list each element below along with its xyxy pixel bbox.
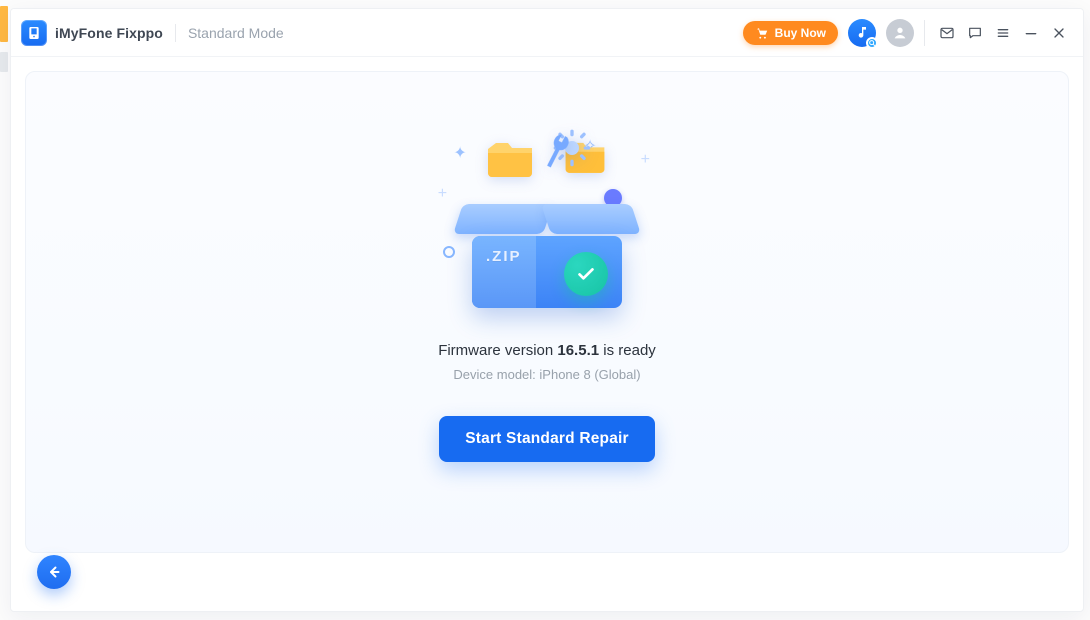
search-icon [868, 39, 876, 47]
plus-icon: + [641, 151, 650, 169]
close-icon [1051, 24, 1067, 42]
user-icon [892, 25, 908, 41]
mail-button[interactable] [933, 19, 961, 47]
cart-icon [755, 26, 769, 40]
music-transfer-button[interactable] [848, 19, 876, 47]
checkmark-badge [564, 252, 608, 296]
sparkle-icon: ✦ [453, 143, 466, 163]
menu-button[interactable] [989, 19, 1017, 47]
minimize-button[interactable] [1017, 19, 1045, 47]
content-card: ✦ ✦ ✧ + + .ZIP [25, 71, 1069, 553]
menu-icon [995, 24, 1011, 42]
account-button[interactable] [886, 19, 914, 47]
scrollbar-hint [1062, 72, 1068, 552]
buy-now-label: Buy Now [775, 26, 826, 40]
plus-icon: + [438, 185, 447, 203]
firmware-status-line: Firmware version 16.5.1 is ready [438, 342, 656, 359]
ring-icon [443, 246, 455, 258]
device-model-label: Device model: [453, 367, 539, 382]
firmware-version: 16.5.1 [557, 342, 599, 359]
arrow-left-icon [45, 563, 63, 581]
firmware-line-prefix: Firmware version [438, 342, 557, 359]
background-stripe [0, 52, 8, 72]
device-model-line: Device model: iPhone 8 (Global) [453, 367, 640, 382]
box-flap [453, 204, 553, 234]
check-icon [575, 263, 597, 285]
titlebar: iMyFone Fixppo Standard Mode Buy Now [11, 9, 1083, 57]
minimize-icon [1023, 24, 1039, 42]
titlebar-icons [848, 19, 914, 47]
app-logo [21, 20, 47, 46]
app-window: iMyFone Fixppo Standard Mode Buy Now [10, 8, 1084, 612]
titlebar-separator [924, 20, 925, 46]
background-stripe [0, 6, 8, 42]
firmware-line-suffix: is ready [603, 342, 656, 359]
mail-icon [939, 24, 955, 42]
app-title: iMyFone Fixppo [55, 25, 163, 41]
buy-now-button[interactable]: Buy Now [743, 21, 838, 45]
mode-label: Standard Mode [188, 25, 284, 41]
box-flap [541, 204, 641, 234]
search-badge [866, 37, 878, 49]
logo-icon [26, 25, 42, 41]
folder-icon [485, 139, 535, 184]
device-model-value: iPhone 8 (Global) [539, 367, 640, 382]
start-repair-button[interactable]: Start Standard Repair [439, 416, 655, 462]
back-button[interactable] [37, 555, 71, 589]
title-divider [175, 24, 176, 42]
chat-icon [967, 24, 983, 42]
feedback-button[interactable] [961, 19, 989, 47]
zip-label: .ZIP [486, 248, 522, 265]
firmware-illustration: ✦ ✦ ✧ + + .ZIP [417, 128, 677, 318]
close-button[interactable] [1045, 19, 1073, 47]
